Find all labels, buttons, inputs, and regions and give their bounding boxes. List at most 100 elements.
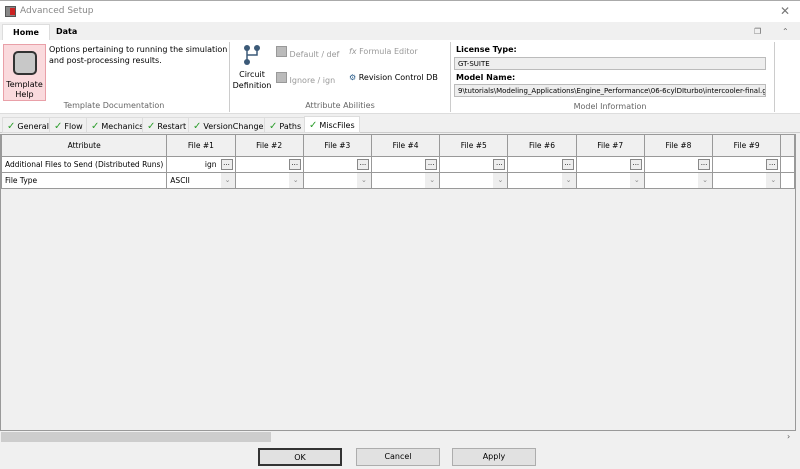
tab-label: General	[17, 122, 49, 131]
browse-button[interactable]: ...	[220, 158, 233, 170]
column-header-attribute: Attribute	[0, 135, 168, 157]
chevron-down-icon[interactable]: ⌄	[288, 173, 303, 187]
column-header-file: File #1	[166, 135, 236, 157]
chevron-down-icon[interactable]: ⌄	[629, 173, 644, 187]
group-label-attribute-abilities: Attribute Abilities	[305, 101, 375, 110]
file-type-select[interactable]: ⌄	[575, 171, 645, 189]
column-header-file: File #2	[234, 135, 304, 157]
attribute-grid: Attribute File #1 File #2 File #3 File #4 Fil…	[0, 134, 796, 431]
chevron-down-icon[interactable]: ⌄	[561, 173, 576, 187]
chevron-down-icon[interactable]: ⌄	[493, 173, 507, 187]
column-header-file: File #7	[575, 135, 645, 157]
tab-general[interactable]: ✓ General	[2, 117, 54, 133]
restore-icon[interactable]: ❐	[754, 27, 761, 36]
tab-versionchanges[interactable]: ✓ VersionChanges	[188, 117, 273, 133]
column-header-file: File #6	[507, 135, 577, 157]
template-help-button[interactable]: Template Help	[3, 44, 46, 101]
file-type-select[interactable]: ⌄ ASCII	[166, 171, 236, 189]
tab-flow[interactable]: ✓ Flow	[49, 117, 88, 133]
check-icon: ✓	[269, 121, 278, 132]
circuit-definition-button[interactable]: Circuit Definition	[232, 44, 272, 91]
tab-label: MiscFiles	[319, 121, 355, 130]
check-icon: ✓	[7, 121, 16, 132]
filler-cell	[780, 171, 795, 189]
file-type-select[interactable]: ⌄	[370, 171, 441, 189]
file-path-cell[interactable]: ...	[234, 155, 304, 173]
group-label-model-information: Model Information	[573, 102, 647, 111]
template-description: Options pertaining to running the simula…	[49, 45, 228, 65]
browse-button[interactable]: ...	[698, 158, 711, 170]
chevron-down-icon[interactable]: ⌄	[766, 173, 780, 187]
file-type-select[interactable]: ⌄	[507, 171, 577, 189]
file-path-cell[interactable]: ... ign	[166, 155, 236, 173]
chevron-down-icon[interactable]: ⌄	[425, 173, 439, 187]
model-name-label: Model Name:	[456, 73, 516, 82]
table-row: File Type ⌄ ASCII ⌄ ⌄ ⌄ ⌄ ⌄ ⌄ ⌄ ⌄	[0, 171, 795, 189]
check-icon: ✓	[193, 121, 202, 132]
tab-paths[interactable]: ✓ Paths	[264, 117, 307, 133]
check-icon: ✓	[309, 120, 318, 131]
group-label-template-documentation: Template Documentation	[63, 101, 165, 110]
tab-restart[interactable]: ✓ Restart	[142, 117, 192, 133]
revision-control-button[interactable]: ⚙ Revision Control DB	[349, 73, 438, 82]
ignore-ign-button[interactable]: Ignore / ign	[276, 72, 335, 85]
column-header-file: File #3	[302, 135, 372, 157]
collapse-ribbon-icon[interactable]: ⌃	[782, 27, 789, 36]
ignore-checkbox-icon	[276, 72, 287, 83]
attribute-name: File Type	[0, 171, 168, 189]
browse-button[interactable]: ...	[425, 158, 438, 170]
file-type-select[interactable]: ⌄	[234, 171, 304, 189]
model-name-field: 9\tutorials\Modeling_Applications\Engine…	[454, 84, 766, 97]
close-icon[interactable]: ✕	[780, 4, 790, 18]
chevron-down-icon[interactable]: ⌄	[220, 173, 235, 187]
file-path-cell[interactable]: ...	[439, 155, 509, 173]
sheet-tabs: ✓ General ✓ Flow ✓ Mechanics ✓ Restart ✓ Vers…	[0, 116, 800, 133]
ribbon-tabs: Home Data ❐ ⌃	[0, 22, 800, 41]
tab-label: Restart	[157, 122, 187, 131]
chevron-down-icon[interactable]: ⌄	[356, 173, 371, 187]
tab-data[interactable]: Data	[46, 24, 87, 41]
tab-mechanics[interactable]: ✓ Mechanics	[86, 117, 149, 133]
file-type-select[interactable]: ⌄	[439, 171, 509, 189]
default-def-button[interactable]: Default / def	[276, 46, 339, 59]
file-type-select[interactable]: ⌄	[643, 171, 714, 189]
default-checkbox-icon	[276, 46, 287, 57]
file-type-select[interactable]: ⌄	[712, 171, 782, 189]
browse-button[interactable]: ...	[629, 158, 642, 170]
browse-button[interactable]: ...	[356, 158, 369, 170]
formula-icon: fx	[349, 47, 357, 56]
column-header-filler	[780, 135, 795, 157]
formula-editor-label: Formula Editor	[359, 47, 418, 56]
attribute-name: Additional Files to Send (Distributed Ru…	[0, 155, 168, 173]
default-def-label: Default / def	[289, 50, 340, 59]
tab-miscfiles[interactable]: ✓ MiscFiles	[304, 116, 360, 133]
tab-home[interactable]: Home	[2, 24, 50, 41]
file-path-cell[interactable]: ...	[712, 155, 782, 173]
circuit-icon	[244, 45, 260, 65]
file-path-cell[interactable]: ...	[575, 155, 645, 173]
scroll-right-icon[interactable]: ›	[787, 432, 790, 441]
browse-button[interactable]: ...	[766, 158, 779, 170]
file-path-cell[interactable]: ...	[643, 155, 714, 173]
file-path-cell[interactable]: ...	[302, 155, 372, 173]
gear-icon: ⚙	[349, 73, 357, 82]
app-icon	[5, 6, 16, 17]
browse-button[interactable]: ...	[493, 158, 506, 170]
ignore-ign-label: Ignore / ign	[289, 76, 336, 85]
cancel-button[interactable]: Cancel	[356, 448, 440, 466]
browse-button[interactable]: ...	[561, 158, 574, 170]
tab-label: Mechanics	[101, 122, 144, 131]
apply-button[interactable]: Apply	[452, 448, 536, 466]
file-path-cell[interactable]: ...	[507, 155, 577, 173]
file-type-select[interactable]: ⌄	[302, 171, 372, 189]
horizontal-scrollbar-thumb[interactable]	[1, 432, 271, 442]
window-title: Advanced Setup	[20, 6, 94, 16]
file-path-cell[interactable]: ...	[370, 155, 441, 173]
column-header-file: File #9	[712, 135, 782, 157]
column-header-file: File #5	[439, 135, 509, 157]
chevron-down-icon[interactable]: ⌄	[698, 173, 712, 187]
browse-button[interactable]: ...	[288, 158, 301, 170]
formula-editor-button[interactable]: fx Formula Editor	[349, 47, 418, 56]
template-help-icon	[13, 51, 37, 75]
ok-button[interactable]: OK	[258, 448, 342, 466]
